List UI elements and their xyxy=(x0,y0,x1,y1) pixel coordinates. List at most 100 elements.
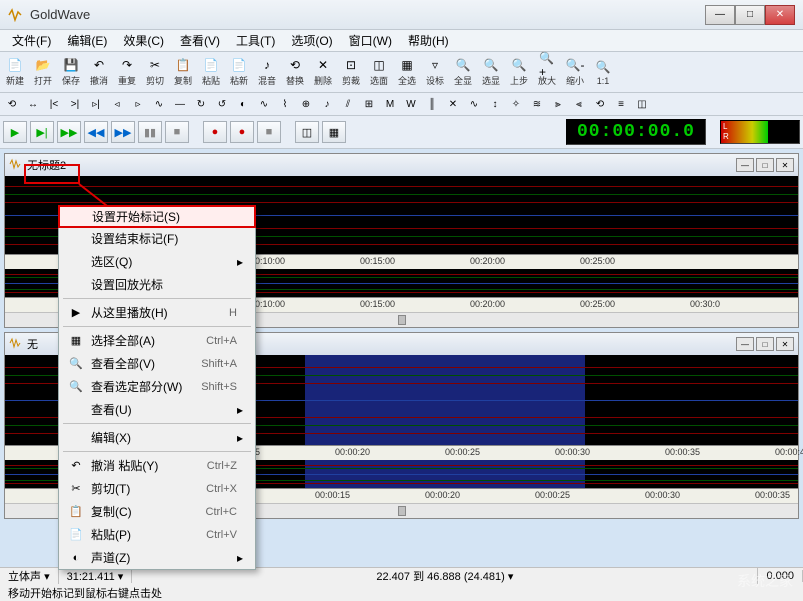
stop-button[interactable]: ■ xyxy=(165,121,189,143)
effect-btn-19[interactable]: W xyxy=(401,95,421,113)
status-channels[interactable]: 立体声 ▾ xyxy=(0,568,59,584)
mixer-button[interactable]: ▦ xyxy=(322,121,346,143)
toolbar-btn-17[interactable]: 🔍选显 xyxy=(478,54,504,90)
ctx-item-1[interactable]: 设置结束标记(F) xyxy=(59,227,255,250)
toolbar-btn-13[interactable]: ◫选面 xyxy=(366,54,392,90)
menu-option[interactable]: 选项(O) xyxy=(283,30,340,51)
effect-btn-21[interactable]: ✕ xyxy=(443,95,463,113)
menu-effect[interactable]: 效果(C) xyxy=(115,30,172,51)
ctx-item-9[interactable]: 🔍查看选定部分(W)Shift+S xyxy=(59,375,255,398)
effect-btn-14[interactable]: ⊕ xyxy=(296,95,316,113)
toolbar-btn-16[interactable]: 🔍全显 xyxy=(450,54,476,90)
ctx-item-12[interactable]: 编辑(X)▸ xyxy=(59,426,255,449)
effect-btn-29[interactable]: ≡ xyxy=(611,95,631,113)
status-length[interactable]: 31:21.411 ▾ xyxy=(59,570,133,583)
effect-btn-13[interactable]: ⌇ xyxy=(275,95,295,113)
toolbar-btn-15[interactable]: ▿设标 xyxy=(422,54,448,90)
ctx-item-14[interactable]: ↶撤消 粘贴(Y)Ctrl+Z xyxy=(59,454,255,477)
toolbar-btn-7[interactable]: 📄粘贴 xyxy=(198,54,224,90)
menu-tool[interactable]: 工具(T) xyxy=(228,30,283,51)
device-button[interactable]: ◫ xyxy=(295,121,319,143)
effect-btn-3[interactable]: >| xyxy=(65,95,85,113)
toolbar-btn-4[interactable]: ↷重复 xyxy=(114,54,140,90)
ctx-item-18[interactable]: ◐声道(Z)▸ xyxy=(59,546,255,569)
menu-file[interactable]: 文件(F) xyxy=(4,30,59,51)
toolbar-btn-18[interactable]: 🔍上步 xyxy=(506,54,532,90)
ctx-item-7[interactable]: ▦选择全部(A)Ctrl+A xyxy=(59,329,255,352)
record-button[interactable]: ● xyxy=(203,121,227,143)
effect-btn-27[interactable]: ⫷ xyxy=(569,95,589,113)
toolbar-btn-11[interactable]: ✕删除 xyxy=(310,54,336,90)
toolbar-btn-14[interactable]: ▦全选 xyxy=(394,54,420,90)
toolbar-btn-3[interactable]: ↶撤消 xyxy=(86,54,112,90)
effect-btn-15[interactable]: ♪ xyxy=(317,95,337,113)
effect-btn-17[interactable]: ⊞ xyxy=(359,95,379,113)
ctx-item-5[interactable]: ▶从这里播放(H)H xyxy=(59,301,255,324)
toolbar-btn-2[interactable]: 💾保存 xyxy=(58,54,84,90)
effect-btn-4[interactable]: ▹| xyxy=(86,95,106,113)
menu-edit[interactable]: 编辑(E) xyxy=(59,30,115,51)
effect-btn-16[interactable]: ⫽ xyxy=(338,95,358,113)
play-sel-button[interactable]: ▶| xyxy=(30,121,54,143)
effect-btn-8[interactable]: — xyxy=(170,95,190,113)
record-pause-button[interactable]: ● xyxy=(230,121,254,143)
effect-btn-20[interactable]: ║ xyxy=(422,95,442,113)
doc2-close-button[interactable]: ✕ xyxy=(776,337,794,351)
maximize-button[interactable]: □ xyxy=(735,5,765,25)
doc1-max-button[interactable]: □ xyxy=(756,158,774,172)
doc2-min-button[interactable]: — xyxy=(736,337,754,351)
effect-btn-7[interactable]: ∿ xyxy=(149,95,169,113)
effect-btn-10[interactable]: ↺ xyxy=(212,95,232,113)
play-button[interactable]: ▶ xyxy=(3,121,27,143)
ctx-item-16[interactable]: 📋复制(C)Ctrl+C xyxy=(59,500,255,523)
menu-view[interactable]: 查看(V) xyxy=(172,30,228,51)
menu-help[interactable]: 帮助(H) xyxy=(400,30,457,51)
ctx-item-17[interactable]: 📄粘贴(P)Ctrl+V xyxy=(59,523,255,546)
toolbar-btn-21[interactable]: 🔍1:1 xyxy=(590,54,616,90)
ctx-item-8[interactable]: 🔍查看全部(V)Shift+A xyxy=(59,352,255,375)
pause-button[interactable]: ▮▮ xyxy=(138,121,162,143)
effect-btn-22[interactable]: ∿ xyxy=(464,95,484,113)
effect-btn-18[interactable]: M xyxy=(380,95,400,113)
doc1-titlebar[interactable]: 无标题2 — □ ✕ xyxy=(5,154,798,176)
toolbar-btn-19[interactable]: 🔍+放大 xyxy=(534,54,560,90)
effect-btn-24[interactable]: ✧ xyxy=(506,95,526,113)
toolbar-btn-9[interactable]: ♪混音 xyxy=(254,54,280,90)
ctx-item-10[interactable]: 查看(U)▸ xyxy=(59,398,255,421)
effect-btn-11[interactable]: ◐ xyxy=(233,95,253,113)
doc2-max-button[interactable]: □ xyxy=(756,337,774,351)
doc1-close-button[interactable]: ✕ xyxy=(776,158,794,172)
effect-btn-28[interactable]: ⟲ xyxy=(590,95,610,113)
effect-btn-9[interactable]: ↻ xyxy=(191,95,211,113)
close-button[interactable]: ✕ xyxy=(765,5,795,25)
minimize-button[interactable]: — xyxy=(705,5,735,25)
effect-btn-12[interactable]: ∿ xyxy=(254,95,274,113)
status-range[interactable]: 22.407 到 46.888 (24.481) ▾ xyxy=(132,568,758,584)
effect-btn-25[interactable]: ≋ xyxy=(527,95,547,113)
ctx-item-15[interactable]: ✂剪切(T)Ctrl+X xyxy=(59,477,255,500)
effect-btn-26[interactable]: ⫸ xyxy=(548,95,568,113)
forward-button[interactable]: ▶▶ xyxy=(111,121,135,143)
effect-btn-23[interactable]: ↕ xyxy=(485,95,505,113)
effect-btn-0[interactable]: ⟲ xyxy=(2,95,22,113)
toolbar-btn-6[interactable]: 📋复制 xyxy=(170,54,196,90)
toolbar-btn-0[interactable]: 📄新建 xyxy=(2,54,28,90)
toolbar-btn-20[interactable]: 🔍-缩小 xyxy=(562,54,588,90)
ctx-item-0[interactable]: 设置开始标记(S) xyxy=(58,205,256,228)
ctx-item-2[interactable]: 选区(Q)▸ xyxy=(59,250,255,273)
effect-btn-5[interactable]: ◃ xyxy=(107,95,127,113)
effect-btn-6[interactable]: ▹ xyxy=(128,95,148,113)
menu-window[interactable]: 窗口(W) xyxy=(341,30,400,51)
effect-btn-30[interactable]: ◫ xyxy=(632,95,652,113)
toolbar-btn-1[interactable]: 📂打开 xyxy=(30,54,56,90)
toolbar-btn-5[interactable]: ✂剪切 xyxy=(142,54,168,90)
toolbar-btn-10[interactable]: ⟲替换 xyxy=(282,54,308,90)
effect-btn-1[interactable]: ↔ xyxy=(23,95,43,113)
toolbar-btn-12[interactable]: ⊡剪裁 xyxy=(338,54,364,90)
record-stop-button[interactable]: ■ xyxy=(257,121,281,143)
toolbar-btn-8[interactable]: 📄粘新 xyxy=(226,54,252,90)
effect-btn-2[interactable]: |< xyxy=(44,95,64,113)
ctx-item-3[interactable]: 设置回放光标 xyxy=(59,273,255,296)
doc1-min-button[interactable]: — xyxy=(736,158,754,172)
rewind-button[interactable]: ◀◀ xyxy=(84,121,108,143)
